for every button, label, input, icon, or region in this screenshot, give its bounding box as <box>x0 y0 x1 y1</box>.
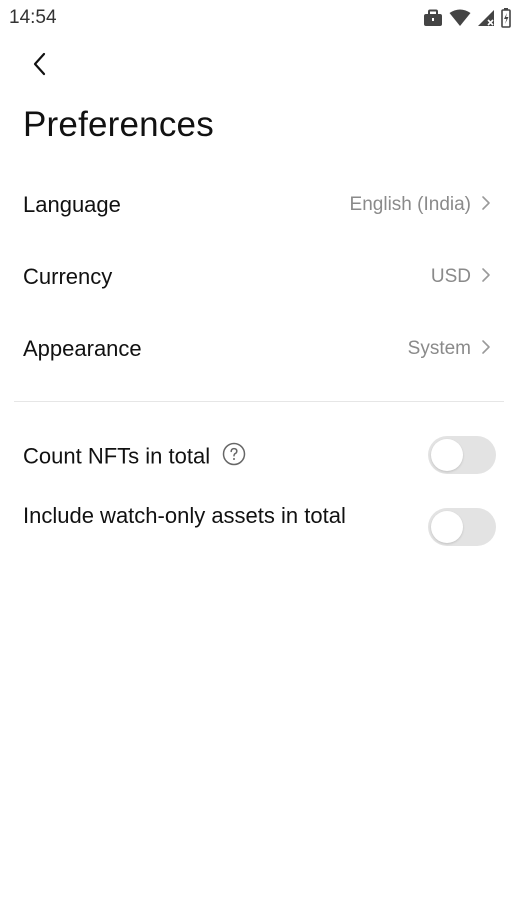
chevron-right-icon <box>481 195 491 216</box>
appearance-label: Appearance <box>23 336 142 361</box>
watch-only-row: Include watch-only assets in total <box>0 500 519 560</box>
cell-signal-icon <box>477 9 495 32</box>
battery-icon <box>501 8 511 33</box>
chevron-right-icon <box>481 267 491 288</box>
chevron-left-icon <box>30 50 50 83</box>
wifi-icon <box>449 9 471 32</box>
count-nfts-switch[interactable] <box>428 436 496 474</box>
page-title: Preferences <box>23 105 214 144</box>
appearance-value: System <box>407 338 471 359</box>
status-bar: 14:54 <box>0 0 519 36</box>
language-label: Language <box>23 192 121 217</box>
briefcase-icon <box>423 9 443 32</box>
watch-only-label: Include watch-only assets in total <box>23 503 346 528</box>
count-nfts-row: Count NFTs in total <box>0 430 519 486</box>
chevron-right-icon <box>481 339 491 360</box>
language-row[interactable]: Language English (India) <box>0 177 519 233</box>
status-icons <box>423 8 511 33</box>
currency-label: Currency <box>23 264 113 289</box>
count-nfts-label: Count NFTs in total <box>23 443 211 469</box>
back-button[interactable] <box>22 48 58 84</box>
currency-value: USD <box>430 266 471 287</box>
watch-only-switch[interactable] <box>428 508 496 546</box>
currency-row[interactable]: Currency USD <box>0 249 519 305</box>
switch-knob <box>431 511 463 543</box>
appearance-row[interactable]: Appearance System <box>0 321 519 377</box>
language-value: English (India) <box>349 194 471 215</box>
status-time: 14:54 <box>9 7 57 28</box>
switch-knob <box>431 439 463 471</box>
help-icon[interactable] <box>222 442 246 473</box>
section-divider <box>14 401 504 402</box>
